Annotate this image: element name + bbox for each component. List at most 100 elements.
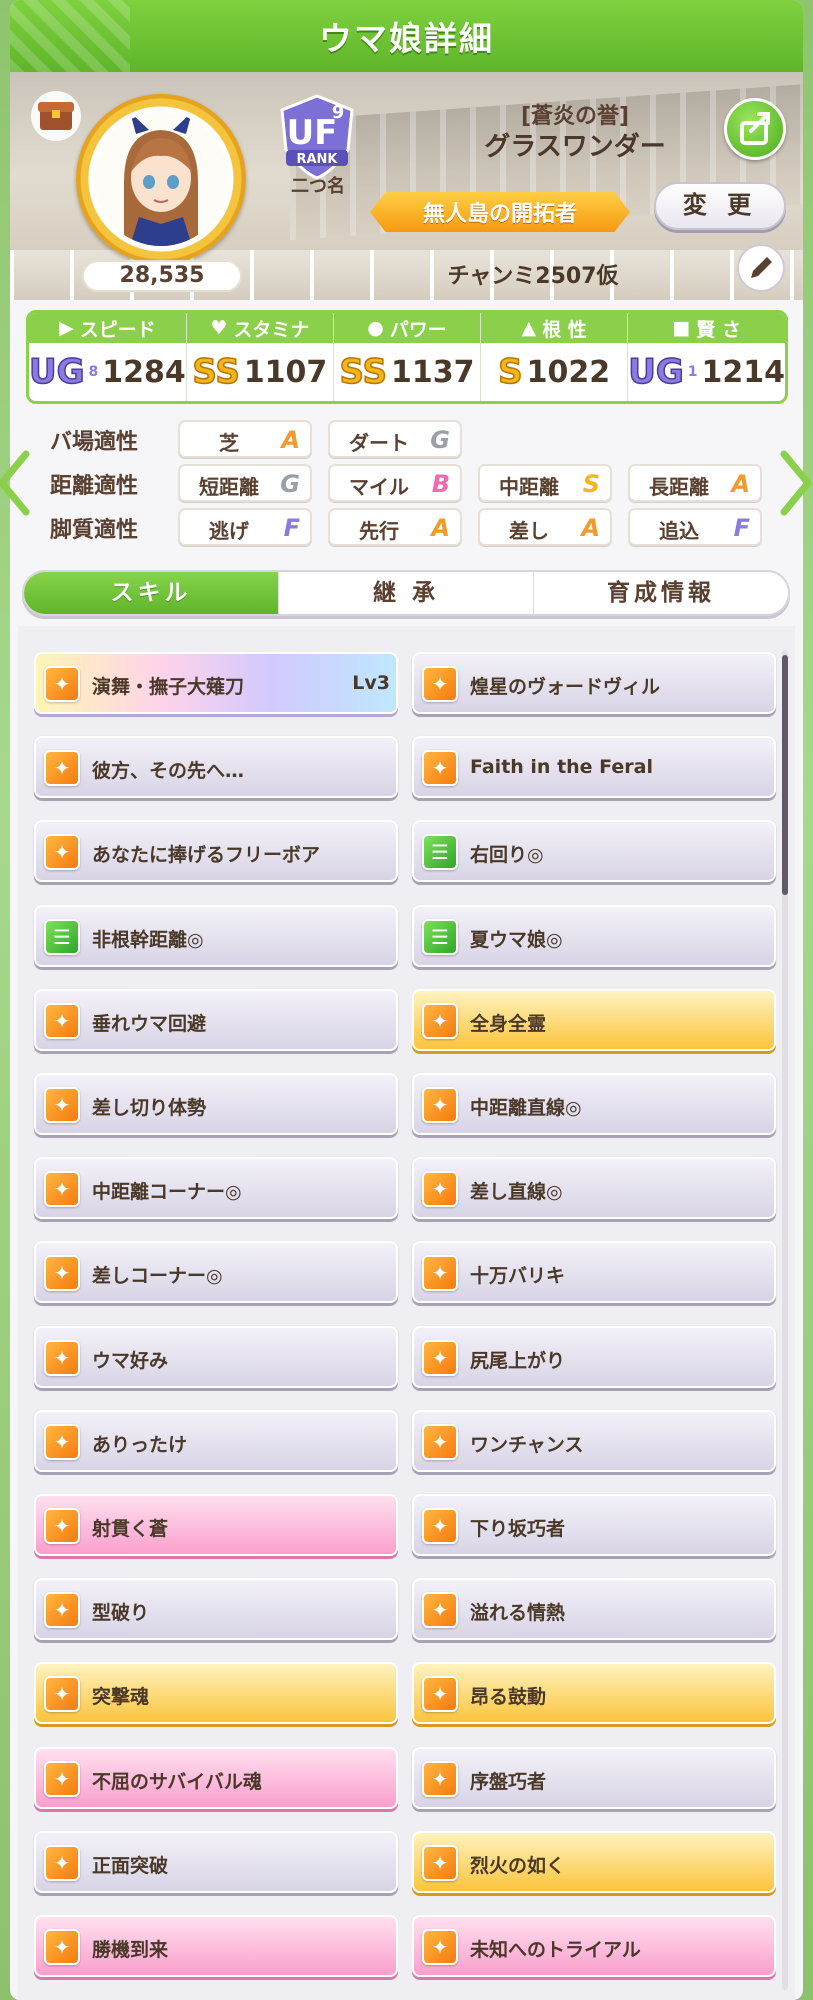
rank-shield-icon: UF 9 RANK (280, 94, 354, 180)
skill-name: 中距離直線◎ (470, 1097, 582, 1119)
skill-item[interactable]: ✦ ありったけ (34, 1409, 398, 1472)
passive-skill-icon: ☰ (44, 918, 80, 955)
running-skill-icon: ✦ (44, 834, 80, 871)
skill-item[interactable]: ✦ 差しコーナー◎ (34, 1241, 398, 1304)
character-portrait-icon (94, 112, 228, 246)
skill-item[interactable]: ✦ 烈火の如く (412, 1830, 776, 1893)
skill-name: 序盤巧者 (470, 1770, 547, 1793)
aptitude-rank: F (283, 514, 300, 542)
running-skill-icon: ✦ (422, 1339, 458, 1376)
aptitude-label: 脚質適性 (50, 518, 139, 543)
running-skill-icon: ✦ (422, 1760, 458, 1797)
tab-training-info[interactable]: 育成情報 (534, 572, 788, 614)
skill-item[interactable]: ✦ 演舞・撫子大薙刀 Lv3 (34, 652, 398, 714)
skill-item[interactable]: ✦ ウマ好み (34, 1325, 398, 1388)
skill-item[interactable]: ✦ 昂る鼓動 (412, 1662, 776, 1725)
running-skill-icon: ✦ (422, 1929, 458, 1965)
previous-arrow-icon[interactable] (0, 448, 32, 518)
skill-item[interactable]: ✦ 突撃魂 (34, 1662, 398, 1725)
skill-name: 演舞・撫子大薙刀 (92, 676, 245, 698)
aptitude-cell: 差し A (478, 508, 612, 546)
skill-item[interactable]: ✦ 差し切り体勢 (34, 1073, 398, 1135)
stat-guts: ▲ 根 性 S 1022 (481, 313, 629, 401)
edit-button[interactable] (737, 244, 785, 292)
aptitude-cell: ダート G (328, 420, 462, 458)
aptitude-cell: 追込 F (628, 508, 762, 546)
tab-skills[interactable]: スキル (24, 572, 279, 614)
skill-name: ありったけ (92, 1433, 188, 1456)
aptitude-rank: G (280, 470, 300, 498)
aptitude-cell: 中距離 S (478, 464, 612, 502)
stat-label: 賢 さ (696, 318, 741, 341)
running-skill-icon: ✦ (44, 1002, 80, 1039)
stat-stamina: ♥ スタミナ SS 1107 (186, 313, 334, 401)
skill-item[interactable]: ☰ 右回り◎ (412, 820, 776, 883)
skill-item[interactable]: ✦ あなたに捧げるフリーボア (34, 820, 398, 883)
aptitude-cell: 先行 A (328, 508, 462, 546)
skill-item[interactable]: ✦ 垂れウマ回避 (34, 988, 398, 1051)
skill-name: 右回り◎ (470, 844, 544, 867)
skill-level: Lv3 (352, 672, 390, 694)
skill-item[interactable]: ✦ 正面突破 (34, 1830, 398, 1893)
skill-name: 煌星のヴォードヴィル (470, 676, 661, 698)
skill-name: 勝機到来 (92, 1939, 169, 1961)
change-button[interactable]: 変 更 (654, 182, 786, 230)
rank-letters: UF (287, 113, 338, 153)
stat-grade: UG (29, 352, 85, 392)
heart-icon: ♥ (210, 317, 228, 339)
item-box-icon[interactable] (30, 90, 82, 142)
avatar[interactable] (94, 112, 228, 246)
skill-item[interactable]: ✦ 全身全霊 (412, 988, 776, 1051)
skill-name: 差し切り体勢 (92, 1097, 207, 1119)
skill-item[interactable]: ✦ 型破り (34, 1578, 398, 1641)
rank-number: 9 (332, 102, 345, 123)
stat-value: 1022 (526, 354, 611, 390)
skill-name: 正面突破 (92, 1854, 169, 1877)
tab-inheritance[interactable]: 継 承 (279, 572, 534, 614)
aptitude-rank: A (431, 514, 450, 542)
skill-item[interactable]: ✦ 不屈のサバイバル魂 (34, 1746, 398, 1809)
passive-skill-icon: ☰ (422, 918, 458, 955)
share-button[interactable] (724, 98, 786, 160)
skill-name: 夏ウマ娘◎ (470, 928, 563, 951)
running-skill-icon: ✦ (44, 1760, 80, 1797)
skill-name: ウマ好み (92, 1349, 169, 1372)
skill-item[interactable]: ✦ 尻尾上がり (412, 1325, 776, 1388)
stat-label: スピード (79, 318, 156, 341)
aptitude-rank: B (431, 470, 450, 498)
detail-panel: ウマ娘詳細 28,535 UF 9 RANK 二つ名 [蒼炎の誉] グラスワンダ… (10, 0, 803, 2000)
skill-item[interactable]: ☰ 非根幹距離◎ (34, 904, 398, 967)
skill-item[interactable]: ✦ 差し直線◎ (412, 1157, 776, 1220)
skill-item[interactable]: ✦ 下り坂巧者 (412, 1494, 776, 1556)
stat-value: 1107 (243, 354, 328, 390)
skill-item[interactable]: ✦ 中距離コーナー◎ (34, 1157, 398, 1220)
skill-item[interactable]: ✦ 序盤巧者 (412, 1746, 776, 1809)
skill-item[interactable]: ✦ 溢れる情熱 (412, 1578, 776, 1641)
aptitude-rank: A (281, 426, 300, 454)
skill-item[interactable]: ✦ 射貫く蒼 (34, 1494, 398, 1556)
skill-item[interactable]: ✦ Faith in the Feral (412, 736, 776, 799)
next-arrow-icon[interactable] (778, 448, 813, 518)
style-aptitude-row: 脚質適性 逃げ F 先行 A 差し A 追込 F (10, 506, 803, 550)
rank-label: RANK (296, 152, 338, 167)
skill-name: Faith in the Feral (470, 756, 653, 779)
title-bar: ウマ娘詳細 (10, 0, 803, 72)
skill-item[interactable]: ☰ 夏ウマ娘◎ (412, 904, 776, 967)
skill-item[interactable]: ✦ 煌星のヴォードヴィル (412, 652, 776, 714)
skill-item[interactable]: ✦ 勝機到来 (34, 1915, 398, 1977)
distance-aptitude-row: 距離適性 短距離 G マイル B 中距離 S 長距離 A (10, 462, 803, 506)
running-skill-icon: ✦ (44, 1087, 80, 1123)
running-skill-icon: ✦ (422, 1002, 458, 1039)
skill-name: 垂れウマ回避 (92, 1012, 207, 1035)
skill-item[interactable]: ✦ 中距離直線◎ (412, 1073, 776, 1135)
skill-item[interactable]: ✦ 十万バリキ (412, 1241, 776, 1304)
skill-item[interactable]: ✦ ワンチャンス (412, 1409, 776, 1472)
fan-count: 28,535 (82, 260, 242, 292)
skill-name: 未知へのトライアル (470, 1939, 641, 1961)
stat-grade: SS (339, 352, 388, 392)
skill-item[interactable]: ✦ 彼方、その先へ… (34, 736, 398, 799)
running-skill-icon: ✦ (44, 1929, 80, 1965)
aptitude-cell: 長距離 A (628, 464, 762, 502)
skill-item[interactable]: ✦ 未知へのトライアル (412, 1915, 776, 1977)
scrollbar-thumb[interactable] (782, 655, 788, 895)
